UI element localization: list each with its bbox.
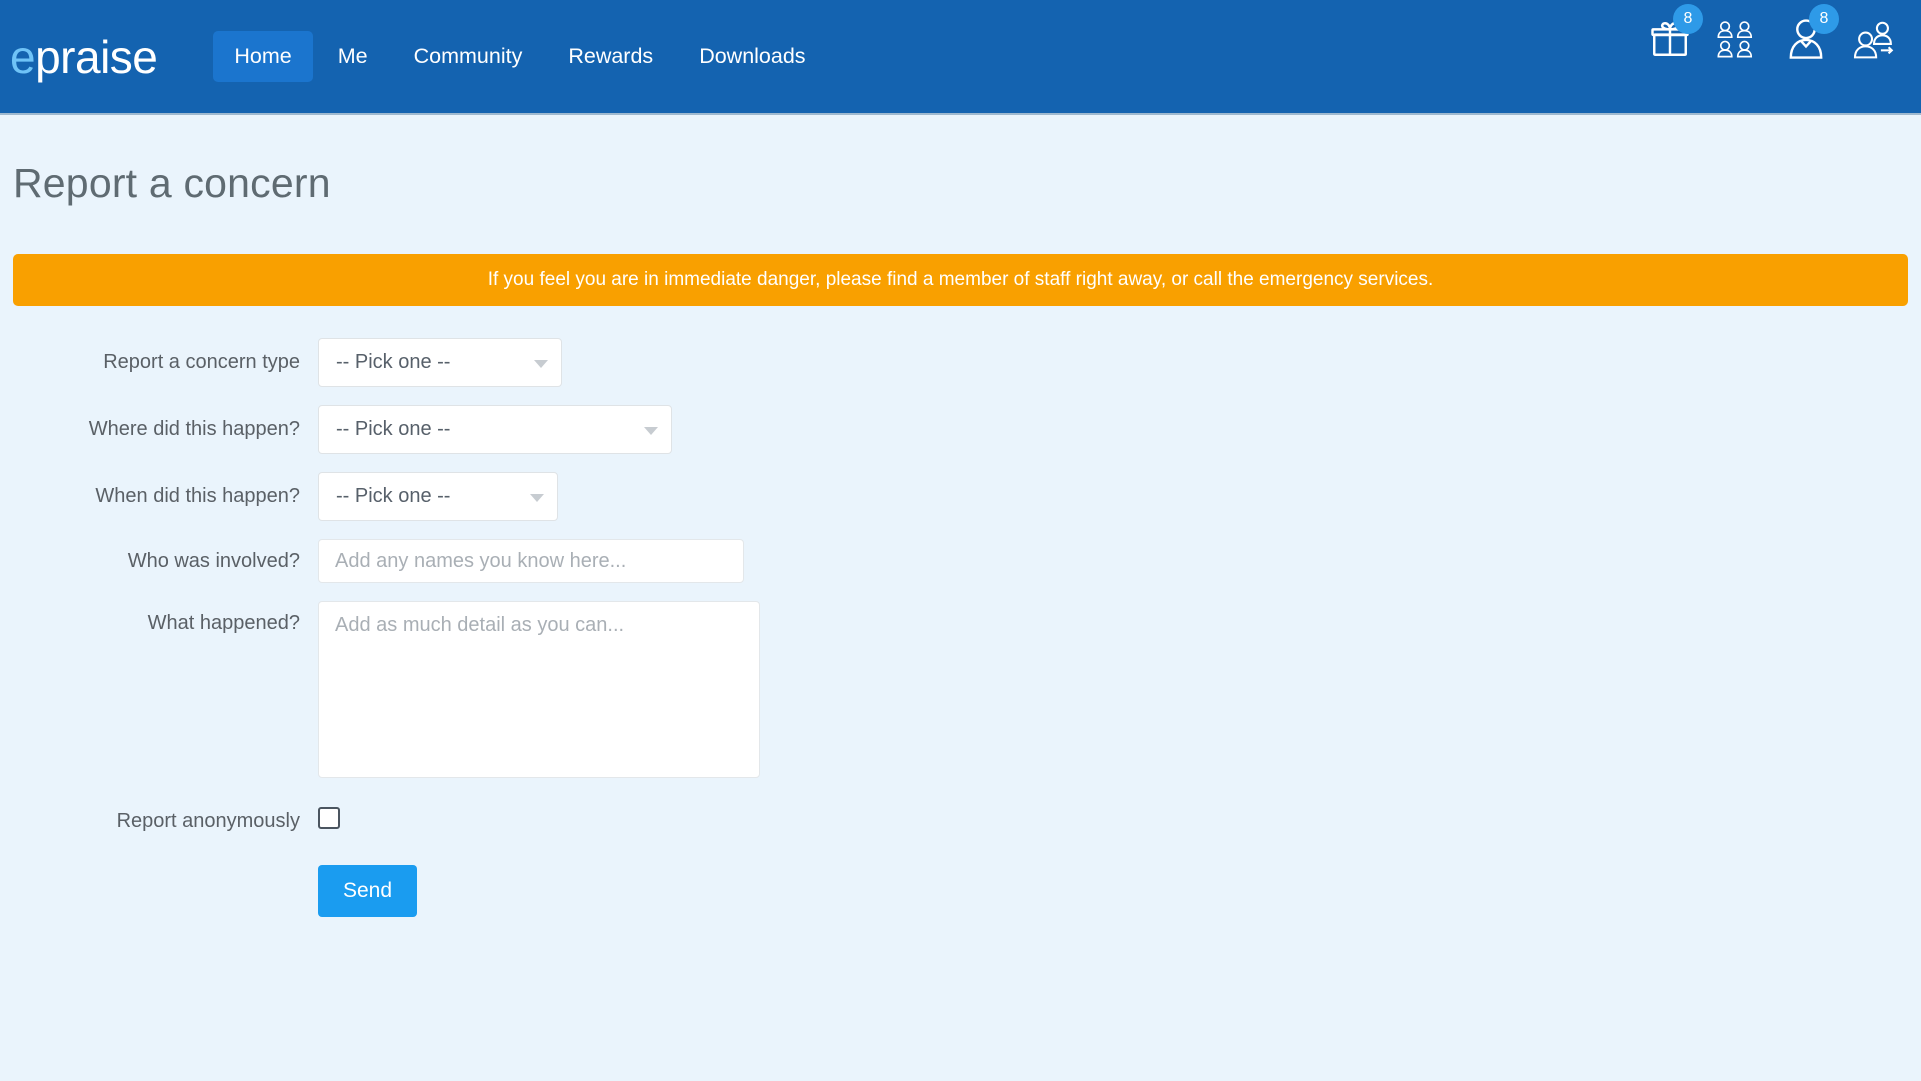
logo-rest: praise — [35, 30, 158, 83]
group-people-icon — [1717, 21, 1753, 58]
control-submit: Send — [318, 865, 1921, 917]
nav-item-home[interactable]: Home — [213, 31, 313, 82]
group-people-icon-button[interactable] — [1711, 8, 1765, 70]
form-row-when: When did this happen? -- Pick one -- — [0, 472, 1921, 521]
nav-icon-group: 8 8 — [1643, 4, 1901, 70]
control-when: -- Pick one -- — [318, 472, 1921, 521]
form-row-anonymous: Report anonymously — [0, 807, 1921, 835]
form-row-where: Where did this happen? -- Pick one -- — [0, 405, 1921, 454]
what-happened-textarea[interactable] — [318, 601, 760, 778]
person-swap-icon-button[interactable] — [1847, 8, 1901, 70]
concern-type-select[interactable]: -- Pick one -- — [318, 338, 562, 387]
nav-item-downloads[interactable]: Downloads — [678, 31, 826, 82]
control-anonymous — [318, 807, 1921, 829]
form-row-who: Who was involved? — [0, 539, 1921, 583]
control-where: -- Pick one -- — [318, 405, 1921, 454]
label-who: Who was involved? — [127, 550, 300, 572]
control-what — [318, 601, 1921, 783]
page-content: Report a concern If you feel you are in … — [0, 160, 1921, 917]
nav-links: Home Me Community Rewards Downloads — [213, 31, 826, 82]
nav-item-community[interactable]: Community — [393, 31, 544, 82]
when-select-value: -- Pick one -- — [336, 485, 451, 507]
page-title: Report a concern — [13, 160, 331, 206]
chevron-down-icon — [644, 426, 658, 435]
who-was-involved-input[interactable] — [318, 539, 744, 583]
epraise-logo[interactable]: epraise — [10, 30, 158, 83]
report-concern-form: Report a concern type -- Pick one -- Whe… — [0, 338, 1921, 917]
danger-warning-banner: If you feel you are in immediate danger,… — [13, 254, 1908, 306]
person-badge-count: 8 — [1809, 4, 1839, 34]
gift-icon-button[interactable]: 8 — [1643, 4, 1703, 70]
person-swap-icon — [1853, 21, 1894, 59]
label-where: Where did this happen? — [88, 418, 300, 440]
control-concern-type: -- Pick one -- — [318, 338, 1921, 387]
label-what: What happened? — [147, 612, 300, 634]
send-button[interactable]: Send — [318, 865, 418, 917]
when-select[interactable]: -- Pick one -- — [318, 472, 558, 521]
gift-badge-count: 8 — [1673, 4, 1703, 34]
form-row-what: What happened? — [0, 601, 1921, 783]
top-navigation-bar: epraise Home Me Community Rewards Downlo… — [0, 0, 1921, 115]
nav-item-rewards[interactable]: Rewards — [547, 31, 674, 82]
where-select-value: -- Pick one -- — [336, 418, 451, 440]
person-icon-button[interactable]: 8 — [1779, 4, 1839, 70]
concern-type-select-value: -- Pick one -- — [336, 351, 451, 373]
report-anonymously-checkbox[interactable] — [318, 807, 340, 829]
logo-prefix: e — [10, 30, 36, 83]
label-anonymous: Report anonymously — [116, 810, 300, 832]
chevron-down-icon — [530, 493, 544, 502]
where-select[interactable]: -- Pick one -- — [318, 405, 672, 454]
form-row-concern-type: Report a concern type -- Pick one -- — [0, 338, 1921, 387]
control-who — [318, 539, 1921, 583]
nav-item-me[interactable]: Me — [317, 31, 389, 82]
label-when: When did this happen? — [95, 485, 300, 507]
label-concern-type: Report a concern type — [103, 351, 300, 373]
form-row-submit: Send — [0, 865, 1921, 917]
chevron-down-icon — [534, 359, 548, 368]
